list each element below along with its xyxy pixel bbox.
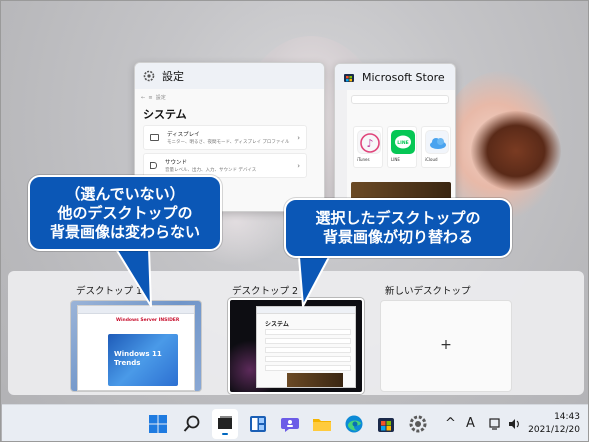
widgets-icon[interactable] [248,414,268,434]
chat-icon[interactable] [280,414,300,434]
network-icon[interactable] [488,416,502,430]
callout-line: （選んでいない） [65,184,185,203]
store-icon[interactable] [376,414,396,434]
taskbar-clock[interactable]: 14:43 2021/12/20 [528,411,580,437]
file-explorer-icon[interactable] [312,414,332,434]
callout-right: 選択したデスクトップの 背景画像が切り替わる [284,198,512,258]
ime-indicator[interactable]: A [466,416,475,431]
callout-left: （選んでいない） 他のデスクトップの 背景画像は変わらない [28,175,222,251]
taskbar: ^ A 14:43 2021/12/20 [2,404,588,441]
settings-icon[interactable] [408,414,428,434]
callout-line: 背景画像が切り替わる [322,228,473,246]
volume-icon[interactable] [507,416,521,430]
clock-date: 2021/12/20 [528,425,580,435]
search-icon[interactable] [182,414,202,434]
clock-time: 14:43 [554,412,580,422]
task-view-screen: 設定 ← ≡ 設定 システム ディスプレイ モニター、明るさ、夜間モード、ディス… [0,0,589,442]
start-icon[interactable] [148,414,168,434]
callout-line: 背景画像は変わらない [49,222,200,241]
callout-line: 他のデスクトップの [57,203,193,222]
tray-chevron-icon[interactable]: ^ [445,416,456,431]
callout-line: 選択したデスクトップの [315,209,481,227]
edge-icon[interactable] [344,414,364,434]
task-view-icon[interactable] [212,409,238,439]
